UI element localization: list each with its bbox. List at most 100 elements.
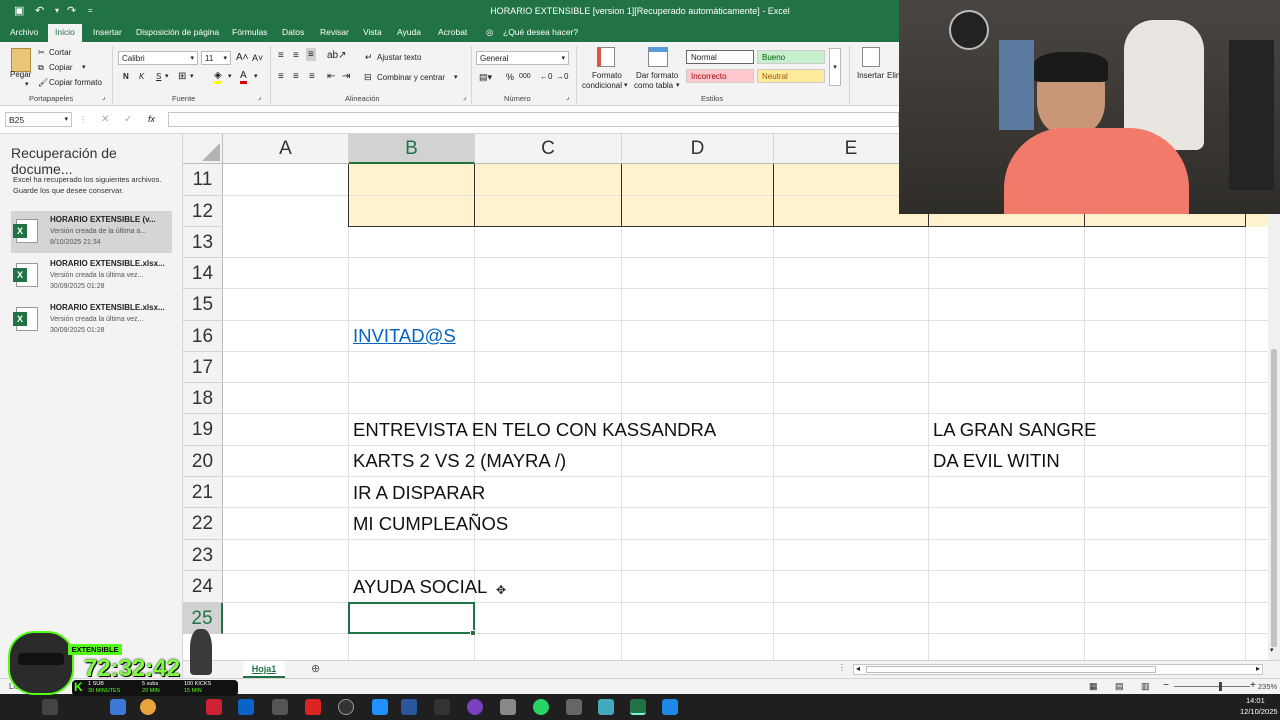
cell-b22[interactable]: MI CUMPLEAÑOS [349, 513, 508, 535]
format-as-table-button[interactable]: Dar formato [636, 71, 678, 80]
row-header[interactable]: 23 [183, 540, 223, 571]
clock-date[interactable]: 12/10/2025 [1240, 707, 1278, 716]
formula-input[interactable] [168, 112, 899, 127]
font-size-select[interactable]: 11 ▾ [201, 51, 231, 65]
clock-time[interactable]: 14:01 [1246, 696, 1265, 705]
scroll-down-icon[interactable]: ▾ [1270, 646, 1274, 654]
font-launcher-icon[interactable]: ⌟ [258, 93, 261, 101]
align-right-icon[interactable]: ≡ [309, 71, 315, 82]
cell-b16-link[interactable]: INVITAD@S [349, 325, 456, 347]
merge-dropdown-icon[interactable]: ▾ [454, 73, 458, 81]
page-break-icon[interactable]: ▥ [1141, 681, 1150, 692]
taskbar-app-icon[interactable] [272, 699, 288, 715]
word-icon[interactable] [401, 699, 417, 715]
taskbar-app-icon[interactable] [662, 699, 678, 715]
cell-f19[interactable]: LA GRAN SANGRE [929, 419, 1096, 441]
clipboard-launcher-icon[interactable]: ⌟ [102, 93, 105, 101]
column-header-a[interactable]: A [223, 134, 349, 164]
style-bueno[interactable]: Bueno [757, 50, 825, 64]
recovered-file-1[interactable]: X HORARIO EXTENSIBLE (v... Versión cread… [11, 211, 172, 253]
align-top-icon[interactable]: ≡ [278, 50, 284, 61]
styles-more-icon[interactable]: ▾ [829, 48, 841, 86]
align-middle-icon[interactable]: ≡ [293, 50, 299, 61]
obs-icon[interactable] [338, 699, 354, 715]
align-bottom-icon[interactable]: ≡ [306, 48, 316, 61]
horizontal-scrollbar[interactable]: ◂ ▸ [853, 664, 1263, 675]
align-center-icon[interactable]: ≡ [293, 71, 299, 82]
cancel-icon[interactable]: ✕ [101, 114, 109, 125]
conditional-format-dropdown-icon[interactable]: ▾ [624, 81, 628, 89]
decrease-indent-icon[interactable]: ⇤ [327, 71, 335, 82]
cell-b21[interactable]: IR A DISPARAR [349, 482, 485, 504]
chrome-icon[interactable] [140, 699, 156, 715]
decrease-decimal-icon[interactable]: →0 [556, 72, 568, 81]
cell-f20[interactable]: DA EVIL WITIN [929, 450, 1060, 472]
insert-function-button[interactable]: fx [148, 114, 155, 124]
outlook-icon[interactable] [238, 699, 254, 715]
taskbar-app-icon[interactable] [598, 699, 614, 715]
fill-dropdown-icon[interactable]: ▾ [228, 72, 232, 80]
increase-indent-icon[interactable]: ⇥ [342, 71, 350, 82]
taskbar-app-icon[interactable] [372, 699, 388, 715]
taskbar-app-icon[interactable] [206, 699, 222, 715]
page-layout-icon[interactable]: ▤ [1115, 681, 1124, 692]
borders-icon[interactable]: ⊞ [178, 71, 186, 82]
underline-dropdown-icon[interactable]: ▾ [165, 72, 169, 80]
conditional-format-icon[interactable] [597, 47, 615, 67]
tab-ayuda[interactable]: Ayuda [397, 27, 421, 37]
format-as-table-icon[interactable] [648, 47, 668, 67]
scroll-left-icon[interactable]: ◂ [856, 664, 860, 673]
name-box[interactable]: B25 ▾ [5, 112, 72, 127]
cut-button[interactable]: Cortar [49, 48, 71, 57]
conditional-format-button-line2[interactable]: condicional [582, 81, 622, 90]
normal-view-icon[interactable]: ▦ [1089, 681, 1098, 692]
format-painter-icon[interactable]: 🖌 [38, 78, 48, 87]
style-incorrecto[interactable]: Incorrecto [686, 69, 754, 83]
taskbar-app-icon[interactable] [500, 699, 516, 715]
fill-handle[interactable] [470, 630, 476, 636]
search-icon[interactable] [42, 699, 58, 715]
tab-split-icon[interactable]: ⋮ [838, 663, 846, 672]
cell-b19[interactable]: ENTREVISTA EN TELO CON KASSANDRA [349, 419, 716, 441]
tell-me-search[interactable]: ¿Qué desea hacer? [503, 27, 578, 37]
zoom-slider-thumb[interactable] [1219, 682, 1222, 691]
column-header-c[interactable]: C [475, 134, 622, 164]
paste-icon[interactable] [11, 48, 31, 72]
zoom-slider[interactable] [1174, 686, 1250, 687]
select-all-corner[interactable] [183, 134, 223, 164]
merge-center-button[interactable]: Combinar y centrar [377, 73, 445, 82]
capcut-icon[interactable] [434, 699, 450, 715]
zoom-in-icon[interactable]: + [1250, 680, 1256, 691]
cell-b20[interactable]: KARTS 2 VS 2 (MAYRA /) [349, 450, 566, 472]
tab-archivo[interactable]: Archivo [10, 27, 38, 37]
font-color-icon[interactable]: A [240, 70, 247, 84]
zoom-level[interactable]: 235% [1258, 682, 1277, 691]
alignment-launcher-icon[interactable]: ⌟ [463, 93, 466, 101]
paste-dropdown-icon[interactable]: ▾ [25, 80, 29, 88]
format-as-table-button-line2[interactable]: como tabla [634, 81, 673, 90]
style-neutral[interactable]: Neutral [757, 69, 825, 83]
tab-vista[interactable]: Vista [363, 27, 382, 37]
copy-button[interactable]: Copiar [49, 63, 73, 72]
bold-button[interactable]: N [123, 72, 129, 81]
row-header[interactable]: 14 [183, 258, 223, 289]
percent-button[interactable]: % [506, 72, 514, 82]
insert-cells-icon[interactable] [862, 47, 880, 67]
horizontal-scroll-thumb[interactable] [866, 666, 1156, 673]
selected-cell-b25[interactable] [348, 602, 475, 634]
increase-decimal-icon[interactable]: ←0 [540, 72, 552, 81]
column-header-b[interactable]: B [349, 134, 475, 164]
insert-cells-button[interactable]: Insertar [857, 71, 884, 80]
wrap-text-button[interactable]: Ajustar texto [377, 53, 421, 62]
cell-b24[interactable]: AYUDA SOCIAL [349, 576, 487, 598]
row-header[interactable]: 15 [183, 289, 223, 321]
copy-icon[interactable]: ⧉ [38, 63, 44, 73]
format-as-table-dropdown-icon[interactable]: ▾ [676, 81, 680, 89]
font-name-select[interactable]: Calibri ▾ [118, 51, 198, 65]
whatsapp-icon[interactable] [533, 699, 549, 715]
merge-icon[interactable]: ⊟ [364, 72, 372, 83]
wrap-text-icon[interactable]: ↵ [365, 52, 373, 63]
number-format-select[interactable]: General ▾ [476, 51, 569, 65]
align-left-icon[interactable]: ≡ [278, 71, 284, 82]
currency-icon[interactable]: ▤▾ [479, 72, 492, 83]
